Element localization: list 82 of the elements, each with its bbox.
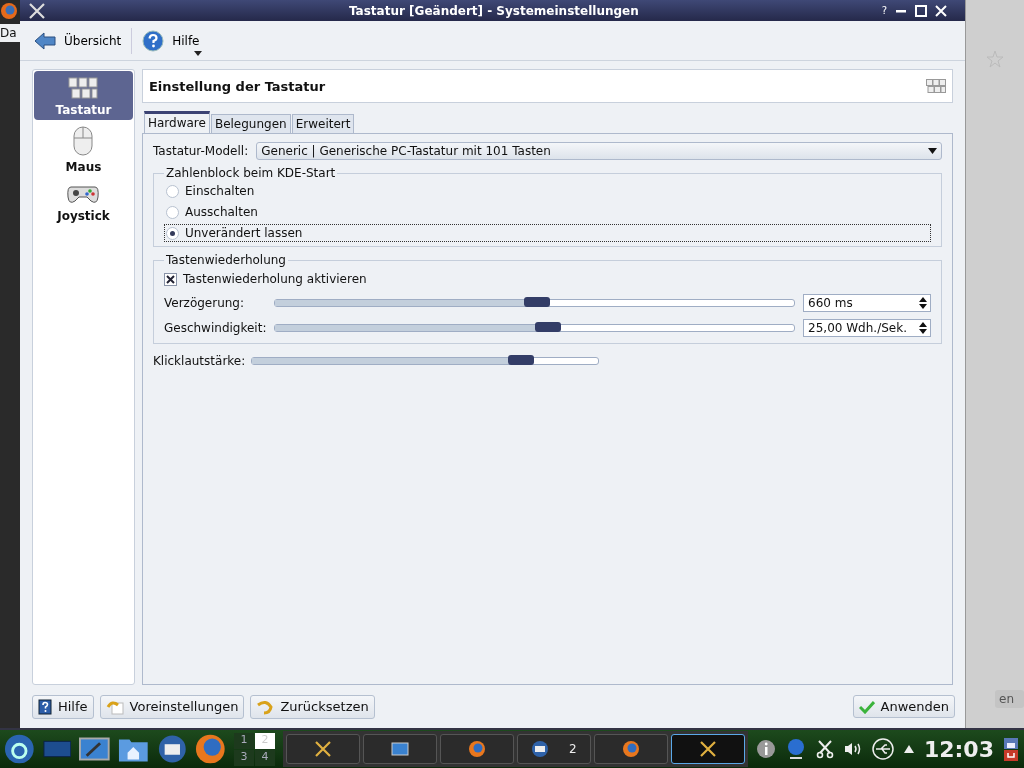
info-icon[interactable]	[755, 739, 776, 759]
expand-arrow-icon[interactable]	[903, 745, 914, 753]
sidebar-item[interactable]: Joystick	[34, 177, 133, 227]
slider-handle[interactable]	[508, 355, 535, 366]
lock-icon[interactable]	[1003, 737, 1018, 749]
browser-icon[interactable]	[0, 2, 18, 20]
usb-icon[interactable]	[871, 738, 894, 760]
tab[interactable]: Hardware	[144, 111, 210, 134]
gamepad-icon	[67, 183, 100, 206]
slider-label: Klicklautstärke:	[153, 354, 246, 369]
dialog-button[interactable]: Hilfe	[32, 694, 94, 719]
dropdown-arrow-icon	[193, 50, 202, 56]
back-arrow-icon	[34, 30, 56, 51]
radio-button[interactable]	[166, 226, 179, 240]
undo-arrow-icon	[105, 698, 124, 715]
apply-button[interactable]: Anwenden	[852, 695, 956, 719]
slider-track[interactable]	[274, 324, 796, 333]
sidebar-item[interactable]: Maus	[34, 120, 133, 178]
field-label: Tastatur-Modell:	[153, 144, 249, 159]
radio-option[interactable]: Einschalten	[164, 182, 932, 201]
clock: 12:03	[923, 736, 994, 762]
task-button[interactable]	[670, 734, 745, 764]
desktop-switch[interactable]: 3	[233, 749, 254, 766]
help-button[interactable]: ?	[881, 5, 888, 17]
window-count: 2	[569, 742, 577, 756]
slider-handle[interactable]	[524, 297, 551, 308]
radio-button[interactable]	[166, 205, 179, 219]
task-button[interactable]: 2	[516, 734, 591, 764]
group-title: Zahlenblock beim KDE-Start	[165, 166, 337, 181]
spin-arrows-icon[interactable]	[918, 296, 929, 311]
radio-option[interactable]: Unverändert lassen	[164, 224, 932, 243]
scissors-icon[interactable]	[815, 739, 834, 759]
menu-text[interactable]: Da	[0, 24, 20, 42]
model-dropdown[interactable]: Generic | Generische PC-Tastatur mit 101 Tasten	[256, 142, 943, 161]
tab[interactable]: Erweitert	[291, 114, 355, 134]
keyboard-icon	[68, 77, 99, 100]
check-mark-icon	[858, 699, 875, 714]
globe-icon[interactable]	[785, 738, 806, 760]
window-title: Tastatur [Geändert] - Systemeinstellungen	[347, 3, 640, 18]
spin-box[interactable]: 25,00 Wdh./Sek.	[803, 319, 932, 338]
close-icon[interactable]	[935, 4, 948, 17]
start-menu-icon[interactable]	[4, 733, 35, 765]
tab[interactable]: Belegungen	[210, 114, 291, 134]
desktop-switch[interactable]: 4	[254, 749, 275, 766]
task-button[interactable]	[285, 734, 360, 764]
mail-client-icon[interactable]	[156, 734, 188, 764]
task-button[interactable]	[593, 734, 668, 764]
spin-box[interactable]: 660 ms	[803, 294, 932, 313]
toolbar-button[interactable]: Übersicht	[30, 23, 126, 58]
browser-icon	[467, 740, 486, 758]
mail-client-icon	[531, 740, 550, 758]
help-book-icon	[38, 698, 52, 715]
task-button[interactable]	[439, 734, 514, 764]
checkbox[interactable]	[164, 272, 177, 286]
check-mark-icon	[166, 274, 175, 284]
checkbox-option[interactable]: Tastenwiederholung aktivieren	[164, 269, 932, 290]
slider-handle[interactable]	[534, 322, 561, 333]
dropdown-arrow-icon	[928, 148, 938, 155]
slider-track[interactable]	[274, 299, 796, 308]
speaker-icon[interactable]	[843, 741, 862, 757]
radio-option[interactable]: Ausschalten	[164, 203, 932, 222]
power-icon[interactable]	[1003, 749, 1018, 761]
dialog-button[interactable]: Zurücksetzen	[250, 694, 375, 719]
maximize-icon[interactable]	[915, 4, 928, 17]
slider-label: Verzögerung:	[164, 296, 246, 311]
section-title: Einstellung der Tastatur	[149, 78, 326, 94]
group-title: Tastenwiederholung	[165, 253, 287, 268]
slider-track[interactable]	[251, 357, 600, 366]
task-button[interactable]	[362, 734, 437, 764]
toolbar-button[interactable]: Hilfe	[138, 23, 204, 58]
background-button[interactable]: en	[995, 690, 1024, 708]
radio-button[interactable]	[166, 184, 179, 198]
help-icon	[142, 29, 165, 52]
spin-arrows-icon[interactable]	[918, 321, 929, 336]
browser-icon	[621, 740, 640, 758]
sidebar-item[interactable]: Tastatur	[34, 71, 133, 121]
browser-icon[interactable]	[195, 733, 226, 765]
keyboard-icon	[926, 79, 947, 94]
mouse-icon	[72, 126, 95, 157]
slider-label: Geschwindigkeit:	[164, 321, 268, 336]
dialog-button[interactable]: Voreinstellungen	[99, 694, 245, 719]
desktop-switch[interactable]: 1	[233, 732, 254, 749]
